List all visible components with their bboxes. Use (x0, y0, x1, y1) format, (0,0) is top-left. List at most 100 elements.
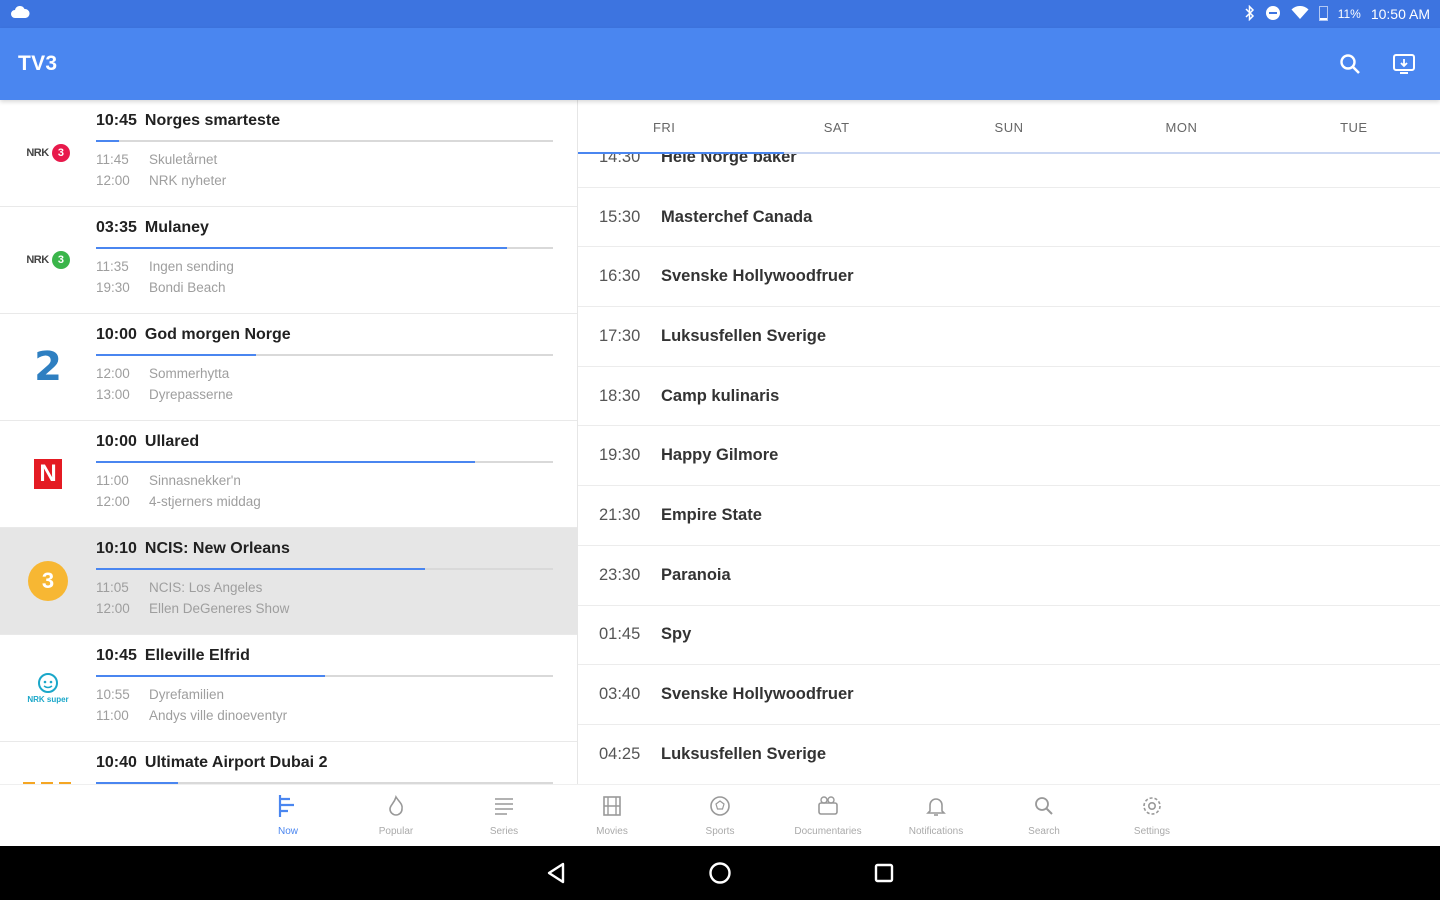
tab-indicator (578, 152, 784, 154)
system-nav-bar (0, 846, 1440, 900)
tab-mon[interactable]: MON (1095, 100, 1267, 152)
schedule-row[interactable]: 15:30 Masterchef Canada (578, 188, 1440, 248)
nav-series[interactable]: Series (450, 785, 558, 846)
cast-icon (1393, 54, 1415, 74)
search-button[interactable] (1332, 46, 1368, 82)
home-button[interactable] (702, 855, 738, 891)
wifi-icon (1291, 5, 1309, 23)
schedule-row[interactable]: 18:30 Camp kulinaris (578, 367, 1440, 427)
channel-row[interactable]: N 10:00 Ullared 11:00 Sinnasnekker'n 12:00… (0, 421, 577, 528)
nav-movies[interactable]: Movies (558, 785, 666, 846)
program-progress (96, 247, 553, 249)
schedule-row[interactable]: 23:30 Paranoia (578, 546, 1440, 606)
nav-sports[interactable]: Sports (666, 785, 774, 846)
sports-icon (708, 794, 732, 818)
next-program: 19:30 Bondi Beach (96, 280, 226, 295)
back-icon (547, 862, 565, 884)
home-icon (709, 862, 731, 884)
next-program: 11:00 Andys ville dinoeventyr (96, 708, 288, 723)
now-program: 10:45 Elleville Elfrid (96, 647, 250, 664)
schedule-row[interactable]: 21:30 Empire State (578, 486, 1440, 546)
channel-row[interactable]: 10:40 Ultimate Airport Dubai 2 (0, 742, 577, 784)
program-progress (96, 675, 553, 677)
search-icon (1340, 54, 1360, 74)
bottom-navigation: Now Popular Series Movies Sports Documen… (0, 784, 1440, 846)
channel-logo: 3 (0, 528, 96, 634)
now-program: 10:45 Norges smarteste (96, 112, 281, 129)
series-icon (492, 794, 516, 818)
next-program: 12:00 Ellen DeGeneres Show (96, 601, 290, 616)
nav-search[interactable]: Search (990, 785, 1098, 846)
now-program: 03:35 Mulaney (96, 219, 209, 236)
channel-row[interactable]: NRK super 10:45 Elleville Elfrid 10:55 Dyr… (0, 635, 577, 742)
tab-fri[interactable]: FRI (578, 100, 750, 152)
clock: 10:50 AM (1370, 6, 1430, 22)
next-program: 12:00 NRK nyheter (96, 173, 227, 188)
channel-logo: NRK 3 (0, 207, 96, 313)
next-program: 13:00 Dyrepasserne (96, 387, 234, 402)
app-title: TV3 (18, 52, 58, 75)
recents-icon (874, 863, 894, 883)
now-program: 10:00 Ullared (96, 433, 200, 450)
cloud-icon (10, 5, 30, 24)
now-program: 10:00 God morgen Norge (96, 326, 291, 343)
popular-icon (384, 794, 408, 818)
program-progress (96, 354, 553, 356)
now-program: 10:10 NCIS: New Orleans (96, 540, 290, 557)
next-program: 11:05 NCIS: Los Angeles (96, 580, 263, 595)
program-progress (96, 140, 553, 142)
battery-percent: 11% (1337, 7, 1361, 21)
recents-button[interactable] (866, 855, 902, 891)
nav-notifications[interactable]: Notifications (882, 785, 990, 846)
documentaries-icon (816, 794, 840, 818)
schedule-row[interactable]: 17:30 Luksusfellen Sverige (578, 307, 1440, 367)
channel-row-selected[interactable]: 3 10:10 NCIS: New Orleans 11:05 NCIS: Los … (0, 528, 577, 635)
next-program: 12:00 4-stjerners middag (96, 494, 261, 509)
channel-row[interactable]: NRK 3 10:45 Norges smarteste 11:45 Skuletår… (0, 100, 577, 207)
nav-settings[interactable]: Settings (1098, 785, 1206, 846)
channel-row[interactable]: NRK 3 03:35 Mulaney 11:35 Ingen sending 19:… (0, 207, 577, 314)
next-program: 12:00 Sommerhytta (96, 366, 230, 381)
schedule-panel: 14:30 Hele Norge baker 15:30 Masterchef Ca… (578, 100, 1440, 784)
nav-now[interactable]: Now (234, 785, 342, 846)
nrk-super-logo-icon (38, 672, 58, 693)
next-program: 10:55 Dyrefamilien (96, 687, 225, 702)
now-program: 10:40 Ultimate Airport Dubai 2 (96, 754, 328, 771)
tab-sun[interactable]: SUN (923, 100, 1095, 152)
bluetooth-icon (1245, 4, 1255, 24)
day-tabs: FRI SAT SUN MON TUE (578, 100, 1440, 154)
channel-logo: 2 (34, 344, 62, 390)
schedule-row[interactable]: 01:45 Spy (578, 606, 1440, 666)
schedule-row[interactable]: 16:30 Svenske Hollywoodfruer (578, 247, 1440, 308)
search-icon (1032, 794, 1056, 818)
program-progress (96, 568, 553, 570)
schedule-row[interactable]: 19:30 Happy Gilmore (578, 426, 1440, 487)
schedule-row[interactable]: 04:25 Luksusfellen Sverige (578, 725, 1440, 784)
channel-logo: NRK 3 (0, 100, 96, 206)
next-program: 11:00 Sinnasnekker'n (96, 473, 241, 488)
now-icon (276, 794, 300, 818)
do-not-disturb-icon (1265, 5, 1281, 24)
channel-row[interactable]: 2 10:00 God morgen Norge 12:00 Sommerhytta… (0, 314, 577, 421)
tab-sat[interactable]: SAT (750, 100, 922, 152)
next-program: 11:45 Skuletårnet (96, 152, 218, 167)
channel-logo (0, 742, 96, 784)
channel-list[interactable]: NRK 3 10:45 Norges smarteste 11:45 Skuletår… (0, 100, 578, 784)
channel-logo: NRK super (0, 635, 96, 741)
schedule-list[interactable]: 14:30 Hele Norge baker 15:30 Masterchef Ca… (578, 128, 1440, 784)
channel-logo: N (0, 421, 96, 527)
nav-popular[interactable]: Popular (342, 785, 450, 846)
notifications-icon (924, 794, 948, 818)
settings-icon (1140, 794, 1164, 818)
status-bar: 11% 10:50 AM (0, 0, 1440, 28)
nav-documentaries[interactable]: Documentaries (774, 785, 882, 846)
battery-icon (1318, 5, 1328, 24)
next-program: 11:35 Ingen sending (96, 259, 234, 274)
schedule-row[interactable]: 03:40 Svenske Hollywoodfruer (578, 665, 1440, 725)
tab-tue[interactable]: TUE (1268, 100, 1440, 152)
movies-icon (600, 794, 624, 818)
program-progress (96, 461, 553, 463)
back-button[interactable] (538, 855, 574, 891)
app-bar: TV3 (0, 28, 1440, 100)
cast-button[interactable] (1386, 46, 1422, 82)
